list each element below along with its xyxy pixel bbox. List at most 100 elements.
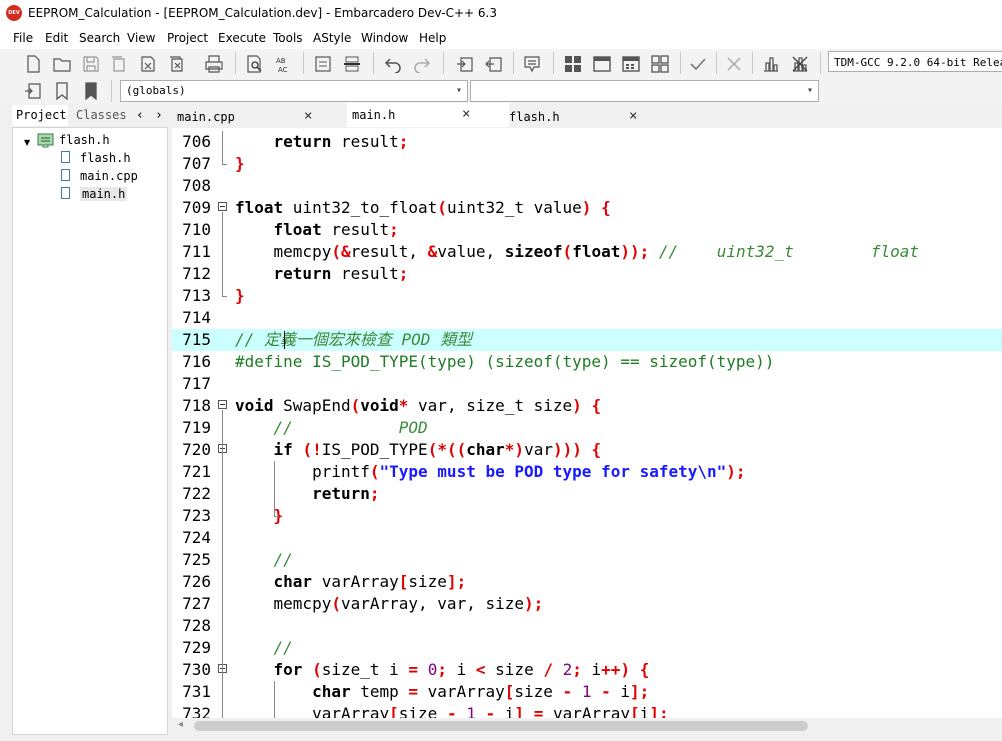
tab-project[interactable]: Project	[12, 105, 68, 126]
code-line[interactable]: 716 #define IS_POD_TYPE(type) (sizeof(typ…	[172, 351, 1002, 373]
undo-icon[interactable]	[384, 55, 402, 73]
code-line[interactable]: 722 return;	[172, 483, 1002, 505]
profile-icon[interactable]	[762, 55, 780, 73]
code-line[interactable]: 714	[172, 307, 1002, 329]
replace-icon[interactable]: ABAC	[275, 55, 293, 73]
stop-execution-icon[interactable]	[725, 55, 743, 73]
rebuild-all-icon[interactable]	[651, 55, 669, 73]
code-line[interactable]: 730 for (size_t i = 0; i < size / 2; i++…	[172, 659, 1002, 681]
find-icon[interactable]	[246, 55, 264, 73]
menu-astyle[interactable]: AStyle	[313, 31, 351, 45]
tree-file-main-cpp[interactable]: main.cpp	[80, 169, 138, 183]
run-icon[interactable]	[593, 55, 611, 73]
code-text: float uint32_to_float(uint32_t value) {	[235, 198, 611, 217]
code-line[interactable]: 712 return result;	[172, 263, 1002, 285]
project-options-icon[interactable]	[523, 55, 541, 73]
code-line[interactable]: 725 //	[172, 549, 1002, 571]
menu-tools[interactable]: Tools	[273, 31, 303, 45]
menu-execute[interactable]: Execute	[218, 31, 266, 45]
code-line[interactable]: 706 return result;	[172, 131, 1002, 153]
print-icon[interactable]	[205, 55, 223, 73]
menu-help[interactable]: Help	[419, 31, 446, 45]
line-number: 714	[182, 308, 211, 327]
code-line[interactable]: 709 float uint32_to_float(uint32_t value)…	[172, 197, 1002, 219]
line-number: 710	[182, 220, 211, 239]
compile-run-icon[interactable]	[622, 55, 640, 73]
menu-file[interactable]: File	[13, 31, 33, 45]
code-line[interactable]: 721 printf("Type must be POD type for sa…	[172, 461, 1002, 483]
close-all-icon[interactable]	[168, 55, 186, 73]
goto-bookmark-icon[interactable]	[82, 82, 100, 100]
tab-flash-h[interactable]: flash.h ×	[504, 105, 664, 127]
svg-text:AC: AC	[278, 66, 288, 73]
syntax-check-icon[interactable]	[689, 55, 707, 73]
code-line[interactable]: 720 if (!IS_POD_TYPE(*((char*)var))) {	[172, 439, 1002, 461]
text-cursor	[284, 331, 285, 349]
tree-root[interactable]: flash.h	[59, 133, 110, 147]
code-line[interactable]: 715 // 定義一個宏來檢查 POD 類型	[172, 329, 1002, 351]
save-icon[interactable]	[82, 55, 100, 73]
tree-file-main-h[interactable]: main.h	[80, 187, 128, 201]
code-line[interactable]: 729 //	[172, 637, 1002, 659]
comment-icon[interactable]	[314, 55, 332, 73]
horizontal-scrollbar[interactable]: ◂	[172, 718, 1002, 734]
toolbar-separator	[680, 52, 681, 74]
add-to-project-icon[interactable]	[485, 55, 503, 73]
new-file-icon[interactable]	[24, 55, 42, 73]
code-line[interactable]: 718 void SwapEnd(void* var, size_t size) …	[172, 395, 1002, 417]
menu-edit[interactable]: Edit	[45, 31, 68, 45]
code-line[interactable]: 717	[172, 373, 1002, 395]
code-line[interactable]: 713}	[172, 285, 1002, 307]
tab-scroll-left-icon[interactable]: ‹	[136, 105, 144, 126]
menu-search[interactable]: Search	[79, 31, 120, 45]
save-all-icon[interactable]	[110, 55, 128, 73]
member-combo[interactable]: ▾	[470, 80, 819, 102]
tree-expand-icon[interactable]: ▼	[24, 138, 30, 147]
delete-profile-icon[interactable]	[791, 55, 809, 73]
code-line[interactable]: 723 }	[172, 505, 1002, 527]
code-line[interactable]: 707}	[172, 153, 1002, 175]
code-text: #define IS_POD_TYPE(type) (sizeof(type) …	[235, 352, 775, 371]
code-line[interactable]: 719 // POD	[172, 417, 1002, 439]
tab-main-cpp[interactable]: main.cpp ×	[172, 105, 332, 127]
code-line[interactable]: 711 memcpy(&result, &value, sizeof(float…	[172, 241, 1002, 263]
code-line[interactable]: 710 float result;	[172, 219, 1002, 241]
code-line[interactable]: 732 varArray[size - 1 - i] = varArray[i]…	[172, 703, 1002, 718]
scroll-left-icon[interactable]: ◂	[178, 719, 183, 730]
menu-view[interactable]: View	[127, 31, 155, 45]
code-line[interactable]: 708	[172, 175, 1002, 197]
code-text: if (!IS_POD_TYPE(*((char*)var))) {	[273, 440, 602, 459]
toggle-bookmark-icon[interactable]	[343, 55, 361, 73]
code-editor[interactable]: 706 return result; 707} 708 709 float uint32…	[172, 128, 1002, 718]
code-line[interactable]: 728	[172, 615, 1002, 637]
new-project-icon[interactable]	[456, 55, 474, 73]
tab-classes[interactable]: Classes	[76, 105, 127, 126]
compile-icon[interactable]	[564, 55, 582, 73]
bookmark-icon[interactable]	[53, 82, 71, 100]
open-folder-icon[interactable]	[53, 55, 71, 73]
fold-toggle-icon[interactable]	[218, 400, 227, 409]
close-file-icon[interactable]	[139, 55, 157, 73]
code-line[interactable]: 726 char varArray[size];	[172, 571, 1002, 593]
tab-main-h[interactable]: main.h ×	[347, 103, 509, 127]
insert-code-icon[interactable]	[24, 82, 42, 100]
scope-combo[interactable]: (globals) ▾	[120, 80, 468, 102]
toolbar-separator	[716, 52, 717, 74]
menu-window[interactable]: Window	[361, 31, 408, 45]
close-icon[interactable]: ×	[304, 108, 312, 124]
tree-file-flash-h[interactable]: flash.h	[80, 151, 131, 165]
code-line[interactable]: 731 char temp = varArray[size - 1 - i];	[172, 681, 1002, 703]
scrollbar-thumb[interactable]	[194, 721, 808, 731]
close-icon[interactable]: ×	[462, 106, 470, 122]
close-icon[interactable]: ×	[629, 108, 637, 124]
redo-icon[interactable]	[413, 55, 431, 73]
compiler-select[interactable]: TDM-GCC 9.2.0 64-bit Release	[828, 51, 1002, 72]
line-number: 723	[182, 506, 211, 525]
fold-toggle-icon[interactable]	[218, 202, 227, 211]
tab-scroll-right-icon[interactable]: ›	[155, 105, 163, 126]
code-line[interactable]: 724	[172, 527, 1002, 549]
menu-project[interactable]: Project	[167, 31, 208, 45]
toolbar-separator	[752, 52, 753, 74]
code-text: void SwapEnd(void* var, size_t size) {	[235, 396, 602, 415]
code-line[interactable]: 727 memcpy(varArray, var, size);	[172, 593, 1002, 615]
